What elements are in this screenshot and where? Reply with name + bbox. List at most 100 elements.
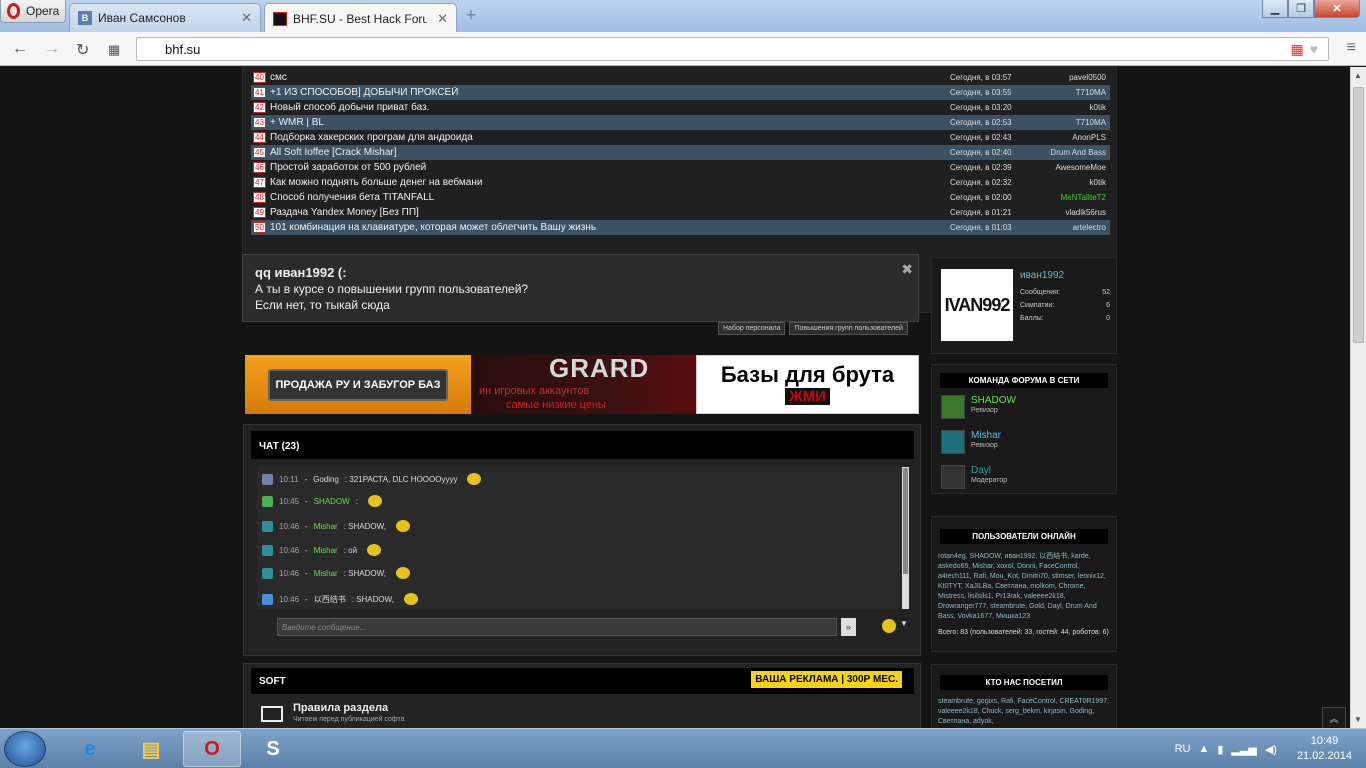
topic-author-link[interactable]: AnonPLS bbox=[1050, 133, 1110, 142]
close-icon[interactable]: ✕ bbox=[437, 11, 448, 27]
avatar[interactable] bbox=[941, 465, 965, 489]
topic-row[interactable]: 44 Подборка хакерских програм для андроид… bbox=[251, 130, 1110, 145]
tab-bhf[interactable]: BHF.SU - Best Hack Forum ✕ bbox=[264, 3, 457, 33]
topic-title-link[interactable]: Как можно поднять больше денег на вебман… bbox=[270, 177, 950, 188]
topic-row[interactable]: 42 Новый способ добычи приват баз. Сегодня… bbox=[251, 100, 1110, 115]
close-icon[interactable]: ✖ bbox=[901, 261, 913, 278]
topic-title-link[interactable]: Простой заработок от 500 рублей bbox=[270, 162, 950, 173]
avatar[interactable] bbox=[262, 495, 273, 507]
new-tab-plus-icon[interactable]: + bbox=[460, 5, 482, 25]
topic-title-link[interactable]: Подборка хакерских програм для андроида bbox=[270, 132, 950, 143]
visitors-list[interactable]: steambrute, gogixs, Rafi, FaceControl, C… bbox=[938, 697, 1114, 727]
chat-username[interactable]: Mishar bbox=[314, 522, 338, 531]
tab-vk[interactable]: В Иван Самсонов ✕ bbox=[69, 3, 261, 32]
close-icon[interactable]: ✕ bbox=[241, 10, 252, 26]
ie-icon[interactable]: e bbox=[61, 731, 119, 767]
topic-title-link[interactable]: 101 комбинация на клавиатуре, которая мо… bbox=[270, 222, 950, 233]
topic-author-link[interactable]: T710MA bbox=[1050, 88, 1110, 97]
topic-row[interactable]: 50 101 комбинация на клавиатуре, которая … bbox=[251, 220, 1110, 235]
topic-author-link[interactable]: Drum And Bass bbox=[1050, 148, 1110, 157]
member-name-link[interactable]: Mishar bbox=[971, 430, 1001, 442]
smiley-icon[interactable] bbox=[882, 619, 896, 633]
avatar[interactable] bbox=[262, 593, 273, 605]
url-input[interactable]: bhf.su bbox=[136, 37, 1329, 61]
topic-title-link[interactable]: Способ получения бета TITANFALL bbox=[270, 192, 950, 203]
scroll-to-top-button[interactable]: ︽ bbox=[1322, 707, 1346, 729]
start-button[interactable] bbox=[4, 731, 46, 767]
skype-icon[interactable]: S bbox=[244, 731, 302, 767]
minimize-icon[interactable]: ▁ bbox=[1262, 0, 1288, 18]
chat-username[interactable]: Mishar bbox=[314, 569, 338, 578]
avatar[interactable] bbox=[262, 567, 273, 579]
member-name-link[interactable]: SHADOW bbox=[971, 395, 1016, 407]
menu-icon[interactable]: ≡ bbox=[1347, 39, 1356, 57]
group-promotion-button[interactable]: Повышения групп пользователей bbox=[789, 322, 908, 335]
topic-title-link[interactable]: +1 ИЗ СПОСОБОВ] ДОБЫЧИ ПРОКСЕЙ bbox=[270, 87, 950, 98]
volume-icon[interactable]: ◀) bbox=[1265, 743, 1277, 756]
language-indicator[interactable]: RU bbox=[1175, 743, 1191, 755]
signal-icon[interactable]: ▂▃▅ bbox=[1231, 743, 1256, 756]
opera-taskbar-icon[interactable]: O bbox=[183, 731, 241, 767]
back-arrow-icon[interactable]: ← bbox=[12, 40, 28, 58]
topic-row[interactable]: 47 Как можно поднять больше денег на вебм… bbox=[251, 175, 1110, 190]
avatar[interactable] bbox=[262, 544, 273, 556]
topic-author-link[interactable]: T710MA bbox=[1050, 118, 1110, 127]
chat-username[interactable]: 以西结书 bbox=[314, 594, 346, 605]
maximize-icon[interactable]: ❐ bbox=[1288, 0, 1314, 18]
avatar[interactable] bbox=[262, 520, 273, 532]
chat-username[interactable]: Mishar bbox=[314, 546, 338, 555]
username-link[interactable]: иван1992 bbox=[1020, 270, 1064, 281]
speed-dial-grid-icon[interactable]: ▦ bbox=[108, 42, 120, 58]
tray-arrow-icon[interactable]: ▲ bbox=[1198, 743, 1209, 755]
topic-author-link[interactable]: k0tik bbox=[1050, 103, 1110, 112]
topic-row[interactable]: 43 + WMR | BL Сегодня, в 02:53 T710MA bbox=[251, 115, 1110, 130]
notice-link[interactable]: Если нет, то тыкай сюда bbox=[255, 298, 906, 312]
send-button[interactable]: » bbox=[841, 618, 856, 636]
device-icon[interactable]: ▮ bbox=[1217, 743, 1223, 756]
close-window-icon[interactable]: ✕ bbox=[1314, 0, 1360, 18]
topic-author-link[interactable]: artelectro bbox=[1050, 223, 1110, 232]
topic-row[interactable]: 48 Способ получения бета TITANFALL Сегодня… bbox=[251, 190, 1110, 205]
ad-badge[interactable]: ВАША РЕКЛАМА | 300Р МЕС. bbox=[751, 671, 902, 688]
scroll-up-icon[interactable]: ▲ bbox=[1354, 71, 1362, 80]
topic-author-link[interactable]: pavel0500 bbox=[1050, 73, 1110, 82]
topic-title-link[interactable]: All Soft Ioffee [Crack Mishar] bbox=[270, 147, 950, 158]
grid-icon[interactable]: ▦ bbox=[1290, 41, 1303, 58]
topic-author-link[interactable]: k0tik bbox=[1050, 178, 1110, 187]
explorer-folder-icon[interactable]: ▤ bbox=[122, 731, 180, 767]
topic-row[interactable]: 40 смс Сегодня, в 03:57 pavel0500 bbox=[251, 70, 1110, 85]
avatar[interactable] bbox=[262, 473, 273, 485]
banner-databases-sale[interactable]: ПРОДАЖА РУ И ЗАБУГОР БАЗ bbox=[245, 355, 471, 414]
team-member[interactable]: SHADOW Ревизор bbox=[941, 395, 1016, 419]
avatar[interactable]: IVAN992 bbox=[941, 269, 1013, 341]
avatar[interactable] bbox=[941, 430, 965, 454]
page-scrollbar[interactable]: ▲ ▼ bbox=[1350, 67, 1366, 728]
chat-username[interactable]: SHADOW bbox=[314, 497, 350, 506]
topic-title-link[interactable]: смс bbox=[270, 72, 950, 83]
rules-link[interactable]: Правила раздела bbox=[293, 702, 388, 714]
avatar[interactable] bbox=[941, 395, 965, 419]
topic-row[interactable]: 46 Простой заработок от 500 рублей Сегодня… bbox=[251, 160, 1110, 175]
chat-message-input[interactable]: Введите сообщение... bbox=[277, 618, 837, 636]
staff-recruit-button[interactable]: Набор персонала bbox=[718, 322, 786, 335]
heart-icon[interactable]: ♥ bbox=[1310, 41, 1318, 58]
topic-author-link[interactable]: MeNTalIteT2 bbox=[1050, 193, 1110, 202]
member-name-link[interactable]: Dayl bbox=[971, 465, 1007, 477]
topic-title-link[interactable]: Раздача Yandex Money [Без ПП] bbox=[270, 207, 950, 218]
chevron-down-icon[interactable]: ▼ bbox=[900, 619, 908, 628]
topic-author-link[interactable]: AwesomeMoe bbox=[1050, 163, 1110, 172]
reload-icon[interactable]: ↻ bbox=[76, 40, 89, 60]
topic-title-link[interactable]: Новый способ добычи приват баз. bbox=[270, 102, 950, 113]
team-member[interactable]: Mishar Ревизор bbox=[941, 430, 1001, 454]
scrollbar-thumb[interactable] bbox=[1353, 87, 1364, 343]
clock[interactable]: 10:49 21.02.2014 bbox=[1297, 734, 1352, 764]
opera-menu-button[interactable]: Opera bbox=[0, 0, 66, 23]
banner-brute-bases[interactable]: Базы для брута ЖМИ bbox=[696, 355, 919, 414]
chat-username[interactable]: Goding bbox=[313, 475, 339, 484]
topic-row[interactable]: 45 All Soft Ioffee [Crack Mishar] Сегодня,… bbox=[251, 145, 1110, 160]
team-member[interactable]: Dayl Модератор bbox=[941, 465, 1007, 489]
online-users-list[interactable]: rotan4eg, SHADOW, иван1992, 以西结书, karde,… bbox=[938, 552, 1114, 622]
topic-row[interactable]: 41 +1 ИЗ СПОСОБОВ] ДОБЫЧИ ПРОКСЕЙ Сегодня,… bbox=[251, 85, 1110, 100]
banner-grard[interactable]: GRARD ин игровых аккаунтов самые низкие … bbox=[471, 353, 696, 414]
topic-author-link[interactable]: vladik56rus bbox=[1050, 208, 1110, 217]
